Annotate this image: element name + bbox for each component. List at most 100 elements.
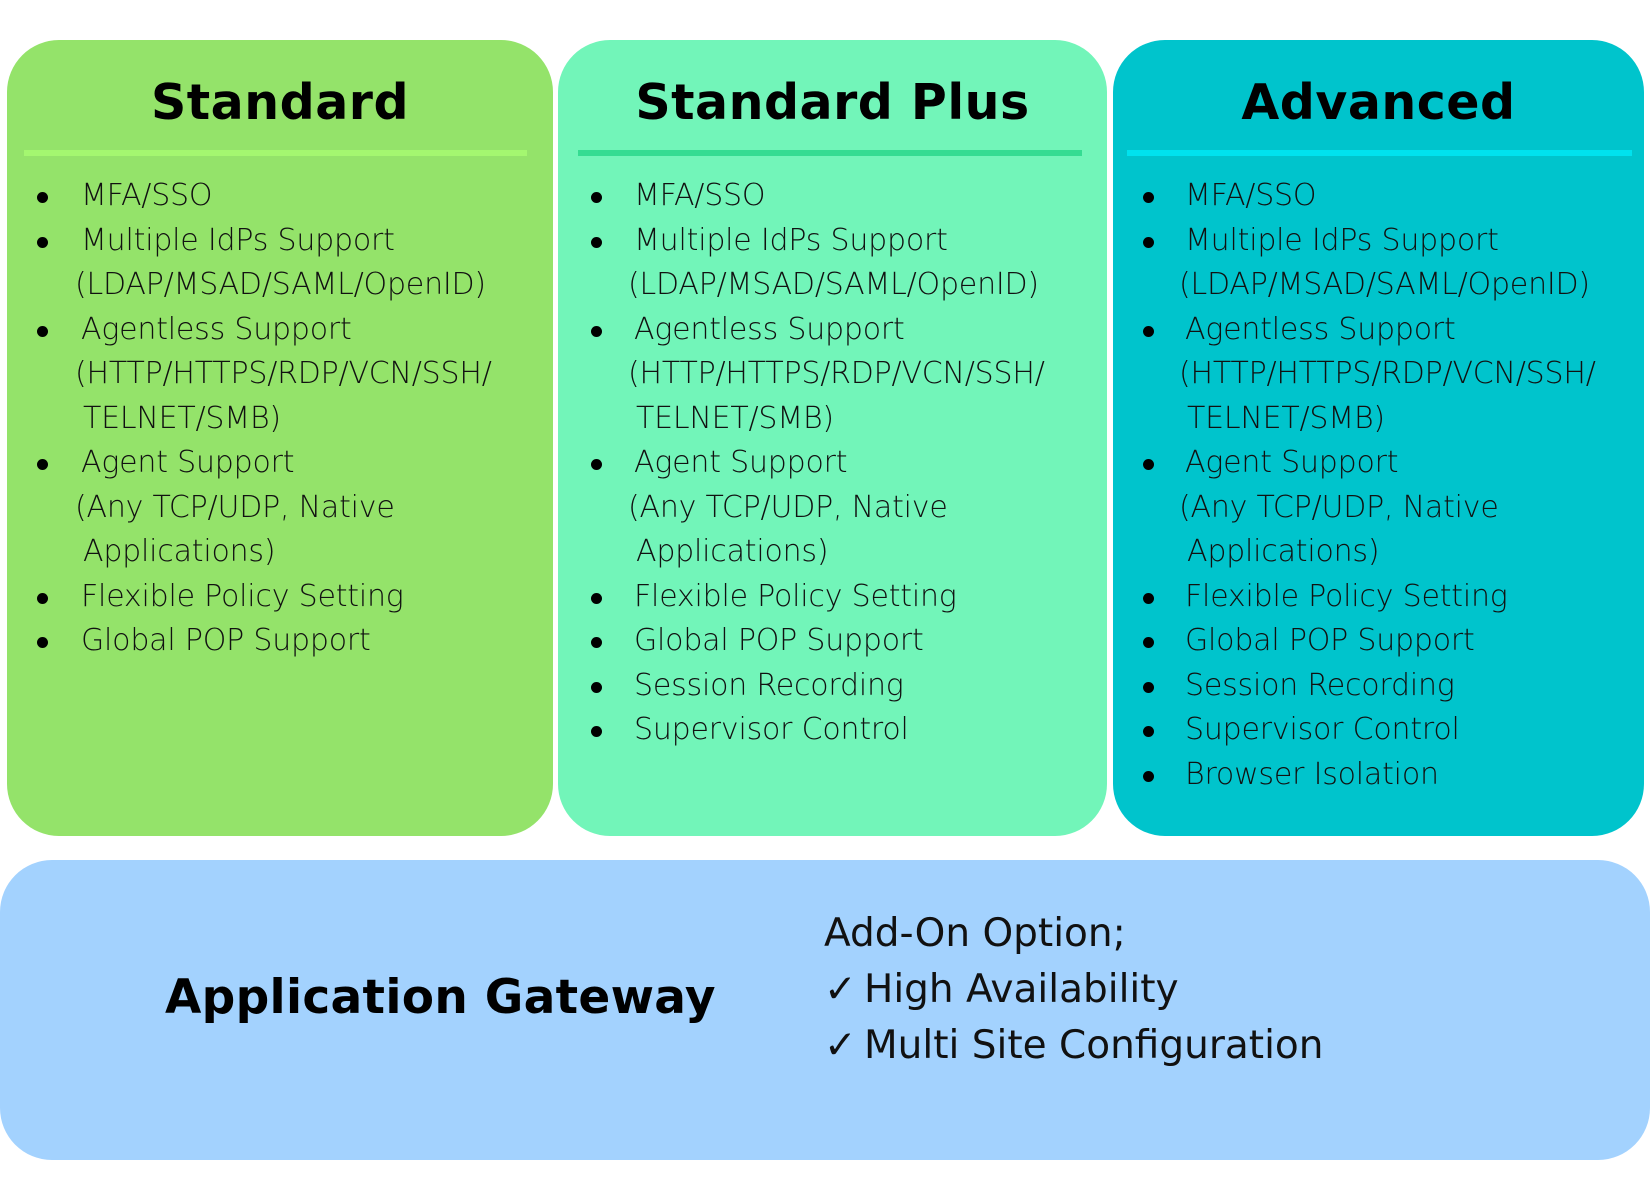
checkmark-icon: ✓ xyxy=(824,967,857,1012)
feature-detail: (LDAP/MSAD/SAML/OpenID) xyxy=(1179,267,1590,302)
feature-item: MFA/SSO xyxy=(558,174,1107,219)
bullet-icon xyxy=(1143,325,1154,337)
feature-label: Agentless Support xyxy=(1185,311,1456,347)
feature-detail: (Any TCP/UDP, Native xyxy=(75,489,395,525)
feature-label: MFA/SSO xyxy=(81,178,213,213)
bullet-icon xyxy=(591,192,602,203)
addon-label: Add-On Option; xyxy=(824,911,1126,956)
feature-detail: (HTTP/HTTPS/RDP/VCN/SSH/ xyxy=(1179,356,1596,391)
feature-label: Flexible Policy Setting xyxy=(634,578,957,614)
feature-label: Multiple IdPs Support xyxy=(81,222,395,258)
feature-item: MFA/SSO xyxy=(7,174,553,219)
feature-label: Agentless Support xyxy=(634,311,905,347)
tier-card-advanced: Advanced MFA/SSO Multiple IdPs Support (LD… xyxy=(1113,40,1644,836)
feature-item: Session Recording xyxy=(558,664,1107,709)
addon-option: ✓ Multi Site Configuration xyxy=(824,1018,1324,1074)
bullet-icon xyxy=(1143,726,1154,737)
feature-detail: (Any TCP/UDP, Native xyxy=(1179,489,1499,525)
gateway-addon-options: Add-On Option; ✓ High Availability ✓ Multi… xyxy=(824,906,1324,1074)
bullet-icon xyxy=(1143,592,1154,604)
addon-option-label: Multi Site Configuration xyxy=(864,1023,1324,1068)
divider xyxy=(1127,150,1632,156)
feature-list: MFA/SSO Multiple IdPs Support (LDAP/MSAD/S… xyxy=(558,174,1107,753)
feature-detail: Applications) xyxy=(1187,534,1380,569)
bullet-icon xyxy=(37,592,48,604)
feature-label: Agent Support xyxy=(1185,445,1399,480)
tier-card-standard: Standard MFA/SSO Multiple IdPs Support (LD… xyxy=(7,40,553,836)
feature-detail: TELNET/SMB) xyxy=(83,400,281,436)
feature-detail: Applications) xyxy=(83,534,276,569)
addon-option-label: High Availability xyxy=(864,967,1179,1012)
feature-item: Browser Isolation xyxy=(1113,753,1644,798)
feature-list: MFA/SSO Multiple IdPs Support (LDAP/MSAD/S… xyxy=(1113,174,1644,797)
feature-list: MFA/SSO Multiple IdPs Support (LDAP/MSAD/S… xyxy=(7,174,553,664)
tier-card-standard-plus: Standard Plus MFA/SSO Multiple IdPs Suppo… xyxy=(558,40,1107,836)
feature-label: Agent Support xyxy=(81,445,295,480)
feature-item: Multiple IdPs Support (LDAP/MSAD/SAML/Ope… xyxy=(1113,219,1644,308)
feature-item: Session Recording xyxy=(1113,664,1644,709)
bullet-icon xyxy=(1143,637,1154,648)
divider xyxy=(578,150,1082,156)
feature-item: Flexible Policy Setting xyxy=(1113,575,1644,620)
feature-detail: TELNET/SMB) xyxy=(636,400,834,436)
feature-label: Flexible Policy Setting xyxy=(81,578,404,614)
feature-item: Agent Support (Any TCP/UDP, Native Applica… xyxy=(558,441,1107,575)
feature-label: Multiple IdPs Support xyxy=(1185,222,1499,258)
feature-item: Flexible Policy Setting xyxy=(7,575,553,620)
bullet-icon xyxy=(1143,681,1154,693)
bullet-icon xyxy=(591,592,602,604)
feature-item: Supervisor Control xyxy=(1113,708,1644,753)
feature-detail: (LDAP/MSAD/SAML/OpenID) xyxy=(75,267,486,302)
feature-label: Multiple IdPs Support xyxy=(634,222,948,258)
feature-item: Global POP Support xyxy=(1113,619,1644,664)
tier-title: Advanced xyxy=(1241,74,1516,131)
bullet-icon xyxy=(37,459,48,470)
bullet-icon xyxy=(37,192,48,203)
feature-item: Agentless Support (HTTP/HTTPS/RDP/VCN/SSH… xyxy=(1113,308,1644,442)
feature-label: Session Recording xyxy=(1185,667,1455,703)
divider xyxy=(24,150,527,156)
feature-label: MFA/SSO xyxy=(1185,178,1317,213)
feature-item: Supervisor Control xyxy=(558,708,1107,753)
bullet-icon xyxy=(591,726,602,737)
checkmark-icon: ✓ xyxy=(824,1023,857,1068)
feature-label: Supervisor Control xyxy=(634,712,909,747)
feature-label: Agentless Support xyxy=(81,311,352,347)
feature-label: Global POP Support xyxy=(81,623,371,658)
bullet-icon xyxy=(1143,459,1154,470)
application-gateway-panel: Application Gateway Add-On Option; ✓ High… xyxy=(0,860,1650,1160)
feature-label: Session Recording xyxy=(634,667,904,703)
feature-label: Agent Support xyxy=(634,445,848,480)
feature-detail: (LDAP/MSAD/SAML/OpenID) xyxy=(628,267,1039,302)
feature-detail: (HTTP/HTTPS/RDP/VCN/SSH/ xyxy=(628,356,1045,391)
feature-label: Supervisor Control xyxy=(1185,712,1460,747)
feature-detail: Applications) xyxy=(636,534,829,569)
feature-detail: TELNET/SMB) xyxy=(1187,400,1385,436)
bullet-icon xyxy=(37,236,48,248)
bullet-icon xyxy=(591,325,602,337)
feature-item: Flexible Policy Setting xyxy=(558,575,1107,620)
tier-title: Standard Plus xyxy=(635,74,1030,131)
feature-item: Multiple IdPs Support (LDAP/MSAD/SAML/Ope… xyxy=(558,219,1107,308)
bullet-icon xyxy=(591,459,602,470)
feature-item: Agentless Support (HTTP/HTTPS/RDP/VCN/SSH… xyxy=(558,308,1107,442)
bullet-icon xyxy=(591,637,602,648)
feature-label: Global POP Support xyxy=(634,623,924,658)
bullet-icon xyxy=(1143,770,1154,782)
feature-item: Global POP Support xyxy=(7,619,553,664)
bullet-icon xyxy=(1143,236,1154,248)
bullet-icon xyxy=(1143,192,1154,203)
feature-item: Agentless Support (HTTP/HTTPS/RDP/VCN/SSH… xyxy=(7,308,553,442)
feature-detail: (Any TCP/UDP, Native xyxy=(628,489,948,525)
feature-label: Global POP Support xyxy=(1185,623,1475,658)
feature-item: Agent Support (Any TCP/UDP, Native Applica… xyxy=(7,441,553,575)
bullet-icon xyxy=(591,681,602,693)
bullet-icon xyxy=(37,637,48,648)
feature-item: Agent Support (Any TCP/UDP, Native Applica… xyxy=(1113,441,1644,575)
addon-option: ✓ High Availability xyxy=(824,962,1324,1018)
feature-label: Browser Isolation xyxy=(1185,756,1439,792)
gateway-title: Application Gateway xyxy=(165,970,716,1025)
tier-title: Standard xyxy=(150,74,410,131)
feature-detail: (HTTP/HTTPS/RDP/VCN/SSH/ xyxy=(75,356,492,391)
feature-item: Multiple IdPs Support (LDAP/MSAD/SAML/Ope… xyxy=(7,219,553,308)
